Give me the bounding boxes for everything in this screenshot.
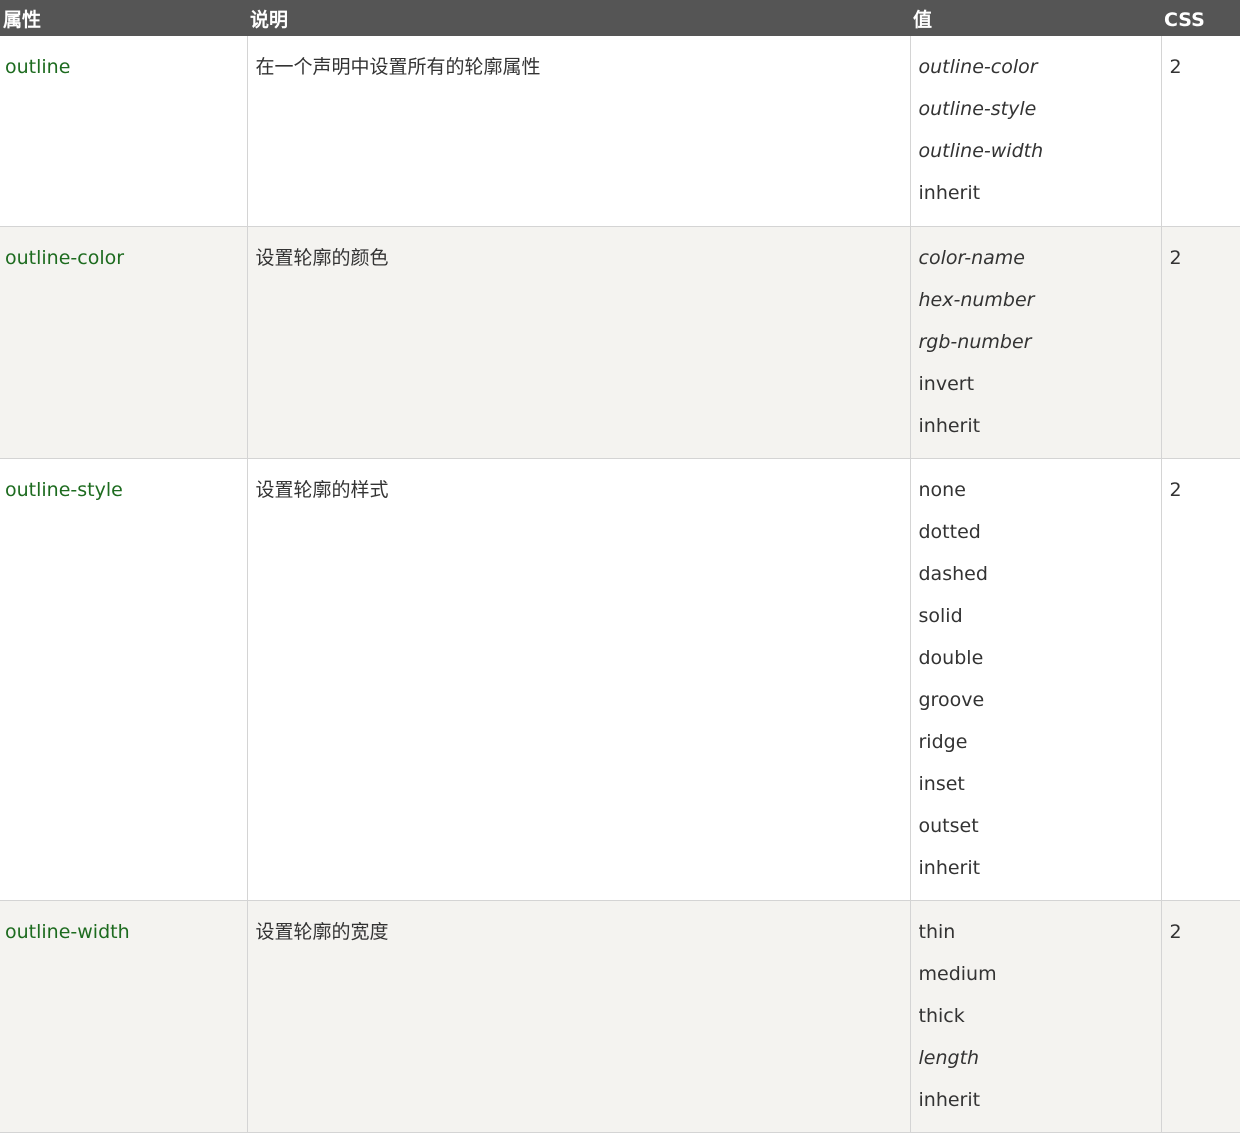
value-item: outline-width (918, 140, 1044, 162)
table-header: 属性 说明 值 CSS (0, 0, 1240, 36)
value-item: dotted (918, 520, 981, 543)
property-link[interactable]: outline-width (5, 921, 130, 943)
value-item: double (918, 646, 984, 669)
header-description: 说明 (247, 0, 910, 36)
description-cell: 设置轮廓的样式 (246, 458, 910, 901)
value-item: inherit (918, 1088, 981, 1111)
description-cell: 设置轮廓的颜色 (246, 226, 910, 459)
value-item: hex-number (918, 288, 1035, 311)
value-item: medium (918, 962, 997, 985)
table-row: outline-color 设置轮廓的颜色 color-name hex-numb… (0, 226, 1240, 459)
header-css-version: CSS (1161, 0, 1240, 36)
value-item: outline-style (918, 98, 1037, 120)
value-item: inherit (918, 182, 981, 204)
property-link[interactable]: outline-color (5, 247, 124, 269)
css-version-cell: 2 (1160, 458, 1240, 901)
value-item: none (918, 478, 966, 501)
header-row: 属性 说明 值 CSS (0, 0, 1240, 36)
table-row: outline-width 设置轮廓的宽度 thin medium thick len… (0, 900, 1240, 1133)
table-body: outline 在一个声明中设置所有的轮廓属性 outline-color out… (0, 36, 1240, 1133)
value-item: rgb-number (918, 330, 1032, 353)
values-cell: thin medium thick length inherit (909, 900, 1161, 1133)
property-cell: outline-color (0, 226, 247, 459)
value-item: invert (918, 372, 975, 395)
css-version-cell: 2 (1160, 36, 1240, 227)
values-cell: color-name hex-number rgb-number invert inhe… (909, 226, 1161, 459)
value-item: inset (918, 772, 965, 795)
value-item: outset (918, 814, 979, 837)
css-version-cell: 2 (1160, 226, 1240, 459)
value-item: solid (918, 604, 963, 627)
value-item: thin (918, 920, 956, 943)
value-item: outline-color (918, 56, 1038, 78)
property-link[interactable]: outline (5, 56, 70, 78)
property-cell: outline-style (0, 458, 247, 901)
table-row: outline 在一个声明中设置所有的轮廓属性 outline-color out… (0, 36, 1240, 227)
property-cell: outline-width (0, 900, 247, 1133)
description-cell: 设置轮廓的宽度 (246, 900, 910, 1133)
value-item: ridge (918, 730, 968, 753)
value-item: color-name (918, 246, 1026, 269)
value-item: dashed (918, 562, 988, 585)
css-outline-reference-table: 属性 说明 值 CSS outline 在一个声明中设置所有的轮廓属性 outl… (0, 0, 1240, 1133)
css-version-cell: 2 (1160, 900, 1240, 1133)
header-values: 值 (910, 0, 1161, 36)
description-cell: 在一个声明中设置所有的轮廓属性 (246, 36, 910, 227)
property-link[interactable]: outline-style (5, 479, 123, 501)
value-item: length (918, 1046, 980, 1069)
table-row: outline-style 设置轮廓的样式 none dotted dashed so… (0, 458, 1240, 901)
header-property: 属性 (0, 0, 247, 36)
value-item: thick (918, 1004, 965, 1027)
values-cell: outline-color outline-style outline-width i… (909, 36, 1161, 227)
values-cell: none dotted dashed solid double groove ridge in… (909, 458, 1161, 901)
value-item: groove (918, 688, 985, 711)
property-cell: outline (0, 36, 247, 227)
value-item: inherit (918, 414, 981, 437)
value-item: inherit (918, 856, 981, 879)
